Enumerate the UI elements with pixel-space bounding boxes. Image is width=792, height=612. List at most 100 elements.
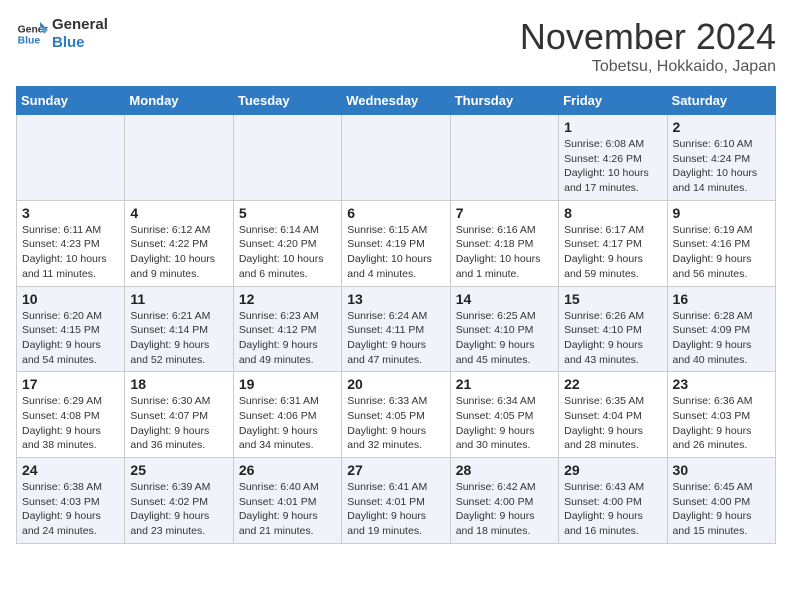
day-info: Sunrise: 6:20 AM Sunset: 4:15 PM Dayligh… <box>22 309 119 368</box>
day-number: 24 <box>22 462 119 478</box>
month-title: November 2024 <box>520 16 776 58</box>
day-cell: 27 Sunrise: 6:41 AM Sunset: 4:01 PM Dayli… <box>342 458 450 544</box>
day-cell: 28 Sunrise: 6:42 AM Sunset: 4:00 PM Dayli… <box>450 458 558 544</box>
day-number: 7 <box>456 205 553 221</box>
day-info: Sunrise: 6:30 AM Sunset: 4:07 PM Dayligh… <box>130 394 227 453</box>
day-number: 16 <box>673 291 770 307</box>
day-info: Sunrise: 6:19 AM Sunset: 4:16 PM Dayligh… <box>673 223 770 282</box>
day-cell: 10 Sunrise: 6:20 AM Sunset: 4:15 PM Dayli… <box>17 286 125 372</box>
day-info: Sunrise: 6:42 AM Sunset: 4:00 PM Dayligh… <box>456 480 553 539</box>
day-number: 9 <box>673 205 770 221</box>
day-number: 23 <box>673 376 770 392</box>
day-info: Sunrise: 6:25 AM Sunset: 4:10 PM Dayligh… <box>456 309 553 368</box>
day-number: 21 <box>456 376 553 392</box>
day-cell: 21 Sunrise: 6:34 AM Sunset: 4:05 PM Dayli… <box>450 372 558 458</box>
day-number: 14 <box>456 291 553 307</box>
day-info: Sunrise: 6:45 AM Sunset: 4:00 PM Dayligh… <box>673 480 770 539</box>
day-cell: 30 Sunrise: 6:45 AM Sunset: 4:00 PM Dayli… <box>667 458 775 544</box>
day-cell <box>342 115 450 201</box>
day-number: 20 <box>347 376 444 392</box>
day-number: 10 <box>22 291 119 307</box>
week-row-1: 1Sunrise: 6:08 AM Sunset: 4:26 PM Daylig… <box>17 115 776 201</box>
day-cell: 20 Sunrise: 6:33 AM Sunset: 4:05 PM Dayli… <box>342 372 450 458</box>
day-info: Sunrise: 6:12 AM Sunset: 4:22 PM Dayligh… <box>130 223 227 282</box>
day-number: 4 <box>130 205 227 221</box>
day-cell: 14 Sunrise: 6:25 AM Sunset: 4:10 PM Dayli… <box>450 286 558 372</box>
day-number: 5 <box>239 205 336 221</box>
day-cell: 24 Sunrise: 6:38 AM Sunset: 4:03 PM Dayli… <box>17 458 125 544</box>
day-number: 13 <box>347 291 444 307</box>
day-cell: 26Sunrise: 6:40 AM Sunset: 4:01 PM Dayli… <box>233 458 341 544</box>
day-info: Sunrise: 6:11 AM Sunset: 4:23 PM Dayligh… <box>22 223 119 282</box>
logo-general: General <box>52 16 108 34</box>
day-cell: 17Sunrise: 6:29 AM Sunset: 4:08 PM Dayli… <box>17 372 125 458</box>
day-number: 12 <box>239 291 336 307</box>
day-number: 25 <box>130 462 227 478</box>
day-cell: 12 Sunrise: 6:23 AM Sunset: 4:12 PM Dayli… <box>233 286 341 372</box>
day-info: Sunrise: 6:16 AM Sunset: 4:18 PM Dayligh… <box>456 223 553 282</box>
day-info: Sunrise: 6:23 AM Sunset: 4:12 PM Dayligh… <box>239 309 336 368</box>
day-cell <box>17 115 125 201</box>
day-info: Sunrise: 6:21 AM Sunset: 4:14 PM Dayligh… <box>130 309 227 368</box>
day-cell: 11Sunrise: 6:21 AM Sunset: 4:14 PM Dayli… <box>125 286 233 372</box>
day-cell: 5 Sunrise: 6:14 AM Sunset: 4:20 PM Daylig… <box>233 200 341 286</box>
week-row-2: 3 Sunrise: 6:11 AM Sunset: 4:23 PM Daylig… <box>17 200 776 286</box>
week-row-4: 17Sunrise: 6:29 AM Sunset: 4:08 PM Dayli… <box>17 372 776 458</box>
page-header: General Blue General Blue November 2024 … <box>16 16 776 76</box>
day-info: Sunrise: 6:17 AM Sunset: 4:17 PM Dayligh… <box>564 223 661 282</box>
weekday-header-row: SundayMondayTuesdayWednesdayThursdayFrid… <box>17 87 776 115</box>
day-cell: 6 Sunrise: 6:15 AM Sunset: 4:19 PM Daylig… <box>342 200 450 286</box>
day-info: Sunrise: 6:28 AM Sunset: 4:09 PM Dayligh… <box>673 309 770 368</box>
day-info: Sunrise: 6:39 AM Sunset: 4:02 PM Dayligh… <box>130 480 227 539</box>
day-info: Sunrise: 6:36 AM Sunset: 4:03 PM Dayligh… <box>673 394 770 453</box>
day-number: 2 <box>673 119 770 135</box>
day-info: Sunrise: 6:41 AM Sunset: 4:01 PM Dayligh… <box>347 480 444 539</box>
weekday-header-tuesday: Tuesday <box>233 87 341 115</box>
day-cell: 9 Sunrise: 6:19 AM Sunset: 4:16 PM Daylig… <box>667 200 775 286</box>
weekday-header-sunday: Sunday <box>17 87 125 115</box>
day-info: Sunrise: 6:34 AM Sunset: 4:05 PM Dayligh… <box>456 394 553 453</box>
day-cell: 3 Sunrise: 6:11 AM Sunset: 4:23 PM Daylig… <box>17 200 125 286</box>
weekday-header-saturday: Saturday <box>667 87 775 115</box>
day-number: 28 <box>456 462 553 478</box>
week-row-3: 10 Sunrise: 6:20 AM Sunset: 4:15 PM Dayli… <box>17 286 776 372</box>
location: Tobetsu, Hokkaido, Japan <box>520 58 776 76</box>
day-number: 8 <box>564 205 661 221</box>
day-cell: 22 Sunrise: 6:35 AM Sunset: 4:04 PM Dayli… <box>559 372 667 458</box>
logo: General Blue General Blue <box>16 16 108 52</box>
day-info: Sunrise: 6:15 AM Sunset: 4:19 PM Dayligh… <box>347 223 444 282</box>
day-number: 30 <box>673 462 770 478</box>
day-number: 19 <box>239 376 336 392</box>
day-cell: 19Sunrise: 6:31 AM Sunset: 4:06 PM Dayli… <box>233 372 341 458</box>
day-info: Sunrise: 6:10 AM Sunset: 4:24 PM Dayligh… <box>673 137 770 196</box>
day-number: 6 <box>347 205 444 221</box>
day-number: 3 <box>22 205 119 221</box>
day-cell: 15Sunrise: 6:26 AM Sunset: 4:10 PM Dayli… <box>559 286 667 372</box>
day-cell <box>125 115 233 201</box>
calendar-table: SundayMondayTuesdayWednesdayThursdayFrid… <box>16 86 776 544</box>
weekday-header-friday: Friday <box>559 87 667 115</box>
day-info: Sunrise: 6:43 AM Sunset: 4:00 PM Dayligh… <box>564 480 661 539</box>
day-info: Sunrise: 6:29 AM Sunset: 4:08 PM Dayligh… <box>22 394 119 453</box>
logo-blue: Blue <box>52 34 108 52</box>
day-cell: 4 Sunrise: 6:12 AM Sunset: 4:22 PM Daylig… <box>125 200 233 286</box>
day-cell: 16 Sunrise: 6:28 AM Sunset: 4:09 PM Dayli… <box>667 286 775 372</box>
day-cell: 13 Sunrise: 6:24 AM Sunset: 4:11 PM Dayli… <box>342 286 450 372</box>
day-number: 22 <box>564 376 661 392</box>
day-info: Sunrise: 6:24 AM Sunset: 4:11 PM Dayligh… <box>347 309 444 368</box>
week-row-5: 24 Sunrise: 6:38 AM Sunset: 4:03 PM Dayli… <box>17 458 776 544</box>
day-cell: 7 Sunrise: 6:16 AM Sunset: 4:18 PM Daylig… <box>450 200 558 286</box>
day-cell <box>450 115 558 201</box>
day-number: 18 <box>130 376 227 392</box>
logo-icon: General Blue <box>16 18 48 50</box>
day-number: 29 <box>564 462 661 478</box>
day-info: Sunrise: 6:38 AM Sunset: 4:03 PM Dayligh… <box>22 480 119 539</box>
day-cell: 29 Sunrise: 6:43 AM Sunset: 4:00 PM Dayli… <box>559 458 667 544</box>
day-number: 27 <box>347 462 444 478</box>
day-info: Sunrise: 6:40 AM Sunset: 4:01 PM Dayligh… <box>239 480 336 539</box>
day-info: Sunrise: 6:33 AM Sunset: 4:05 PM Dayligh… <box>347 394 444 453</box>
day-info: Sunrise: 6:14 AM Sunset: 4:20 PM Dayligh… <box>239 223 336 282</box>
day-cell: 1Sunrise: 6:08 AM Sunset: 4:26 PM Daylig… <box>559 115 667 201</box>
weekday-header-wednesday: Wednesday <box>342 87 450 115</box>
day-info: Sunrise: 6:35 AM Sunset: 4:04 PM Dayligh… <box>564 394 661 453</box>
